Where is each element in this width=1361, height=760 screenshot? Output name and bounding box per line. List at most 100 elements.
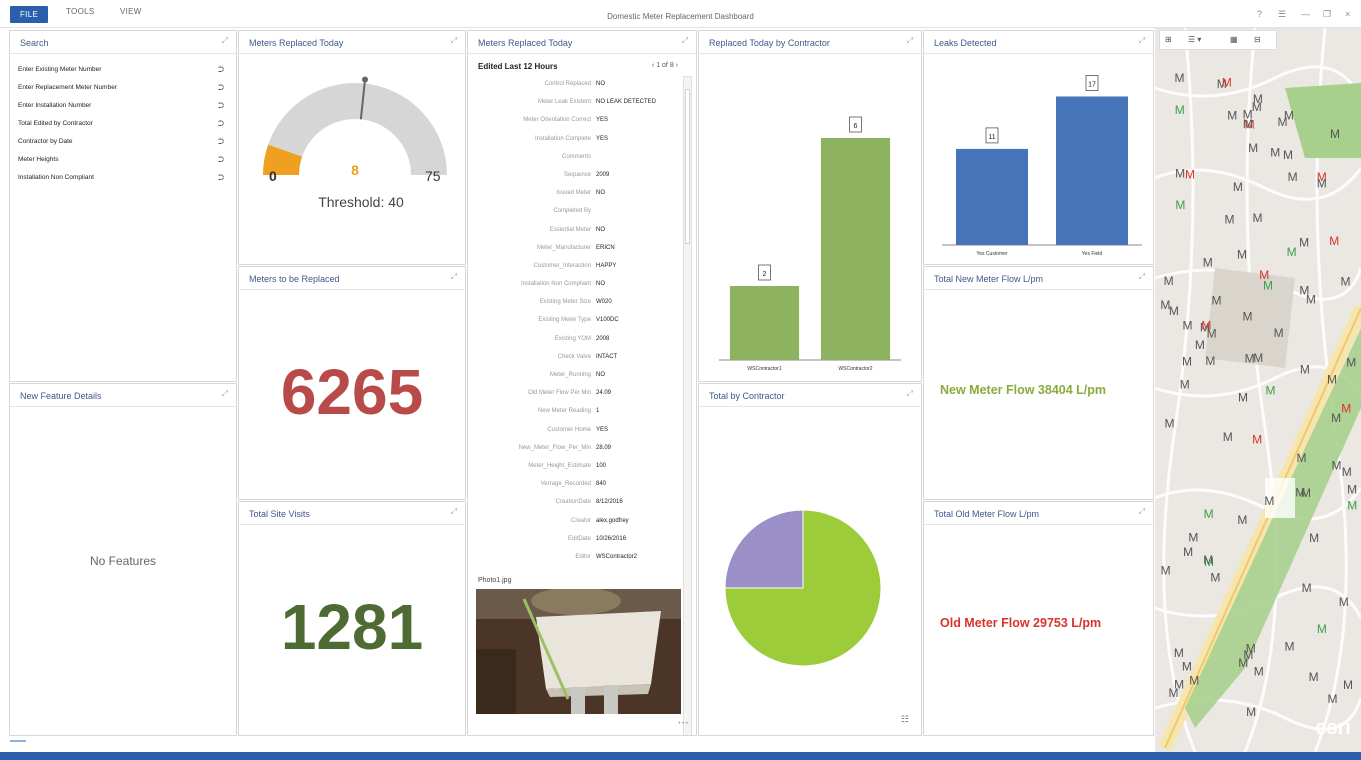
close-icon[interactable]: × xyxy=(1345,9,1350,19)
expand-icon[interactable]: ⤢ xyxy=(907,389,913,399)
meter-marker[interactable]: M xyxy=(1283,148,1293,162)
meter-marker[interactable]: M xyxy=(1246,705,1256,719)
maximize-icon[interactable]: ❐ xyxy=(1323,9,1331,20)
meter-marker[interactable]: M xyxy=(1299,283,1309,297)
search-item[interactable]: Enter Replacement Meter Number ⮊ xyxy=(18,79,228,97)
menu-icon[interactable]: ☰ xyxy=(1278,9,1286,20)
meter-marker[interactable]: M xyxy=(1182,355,1192,369)
search-arrow-icon[interactable]: ⮊ xyxy=(218,97,224,115)
expand-icon[interactable]: ⤢ xyxy=(1139,507,1145,517)
map-canvas[interactable]: MMMMMMMMMMMMMMMMMMMMMMMMMMMMMMMMMMMMMMMM… xyxy=(1155,28,1361,752)
meter-marker[interactable]: M xyxy=(1189,674,1199,688)
search-item[interactable]: Enter Installation Number ⮊ xyxy=(18,97,228,115)
meter-marker[interactable]: M xyxy=(1210,571,1220,585)
meter-marker[interactable]: M xyxy=(1225,212,1235,226)
meter-marker[interactable]: M xyxy=(1317,177,1327,191)
meter-marker[interactable]: M xyxy=(1174,646,1184,660)
bar[interactable] xyxy=(729,286,800,360)
meter-marker[interactable]: M xyxy=(1161,564,1171,578)
meter-marker[interactable]: M xyxy=(1254,664,1264,678)
search-arrow-icon[interactable]: ⮊ xyxy=(218,151,224,169)
meter-marker[interactable]: M xyxy=(1342,465,1352,479)
meter-marker[interactable]: M xyxy=(1222,75,1232,89)
meter-marker[interactable]: M xyxy=(1203,255,1213,269)
meter-marker[interactable]: M xyxy=(1211,293,1221,307)
meter-marker[interactable]: M xyxy=(1340,275,1350,289)
meter-marker[interactable]: M xyxy=(1347,483,1357,497)
meter-marker[interactable]: M xyxy=(1165,417,1175,431)
meter-marker[interactable]: M xyxy=(1317,622,1327,636)
meter-marker[interactable]: M xyxy=(1327,372,1337,386)
meter-marker[interactable]: M xyxy=(1238,390,1248,404)
meter-marker[interactable]: M xyxy=(1169,304,1179,318)
meter-marker[interactable]: M xyxy=(1188,531,1198,545)
expand-icon[interactable]: ⤢ xyxy=(1139,272,1145,282)
meter-marker[interactable]: M xyxy=(1195,338,1205,352)
more-icon[interactable]: • • • xyxy=(678,721,688,727)
meter-marker[interactable]: M xyxy=(1331,411,1341,425)
search-arrow-icon[interactable]: ⮊ xyxy=(218,79,224,97)
meter-marker[interactable]: M xyxy=(1259,268,1269,282)
expand-icon[interactable]: ⤢ xyxy=(451,507,457,517)
meter-photo[interactable] xyxy=(476,589,681,714)
meter-marker[interactable]: M xyxy=(1253,351,1263,365)
layers-icon[interactable]: ☰ ▾ xyxy=(1188,35,1201,44)
meter-marker[interactable]: M xyxy=(1341,402,1351,416)
meter-marker[interactable]: M xyxy=(1175,71,1185,85)
meter-marker[interactable]: M xyxy=(1243,310,1253,324)
meter-marker[interactable]: M xyxy=(1331,458,1341,472)
meter-marker[interactable]: M xyxy=(1299,236,1309,250)
search-item[interactable]: Contractor by Date ⮊ xyxy=(18,133,228,151)
bar[interactable] xyxy=(820,138,891,360)
search-arrow-icon[interactable]: ⮊ xyxy=(218,169,224,187)
basemap-icon[interactable]: ⊞ xyxy=(1165,35,1172,44)
meter-marker[interactable]: M xyxy=(1295,485,1305,499)
scroll-thumb[interactable] xyxy=(685,89,690,244)
meter-marker[interactable]: M xyxy=(1287,245,1297,259)
meter-marker[interactable]: M xyxy=(1175,198,1185,212)
search-arrow-icon[interactable]: ⮊ xyxy=(218,115,224,133)
meter-marker[interactable]: M xyxy=(1330,127,1340,141)
meter-marker[interactable]: M xyxy=(1175,103,1185,117)
expand-icon[interactable]: ⤢ xyxy=(682,36,688,46)
meter-marker[interactable]: M xyxy=(1302,581,1312,595)
meter-marker[interactable]: M xyxy=(1233,180,1243,194)
bookmark-icon[interactable]: ⊟ xyxy=(1254,35,1261,44)
meter-marker[interactable]: M xyxy=(1270,145,1280,159)
details-scrollbar[interactable] xyxy=(683,76,692,735)
search-arrow-icon[interactable]: ⮊ xyxy=(218,133,224,151)
meter-marker[interactable]: M xyxy=(1309,531,1319,545)
meter-marker[interactable]: M xyxy=(1237,248,1247,262)
meter-marker[interactable]: M xyxy=(1339,595,1349,609)
meter-marker[interactable]: M xyxy=(1245,351,1255,365)
meter-marker[interactable]: M xyxy=(1288,170,1298,184)
meter-marker[interactable]: M xyxy=(1347,498,1357,512)
help-icon[interactable]: ? xyxy=(1257,9,1262,19)
meter-marker[interactable]: M xyxy=(1201,318,1211,332)
legend-icon[interactable]: ▦ xyxy=(1230,35,1238,44)
meter-marker[interactable]: M xyxy=(1183,545,1193,559)
meter-marker[interactable]: M xyxy=(1227,109,1237,123)
bar[interactable] xyxy=(956,148,1028,245)
meter-marker[interactable]: M xyxy=(1309,670,1319,684)
meter-marker[interactable]: M xyxy=(1252,100,1262,114)
meter-marker[interactable]: M xyxy=(1204,507,1214,521)
meter-marker[interactable]: M xyxy=(1265,383,1275,397)
meter-marker[interactable]: M xyxy=(1205,354,1215,368)
pie-slice[interactable] xyxy=(724,509,804,589)
search-item[interactable]: Installation Non Compliant ⮊ xyxy=(18,169,228,187)
meter-marker[interactable]: M xyxy=(1185,167,1195,181)
meter-marker[interactable]: M xyxy=(1278,115,1288,129)
expand-icon[interactable]: ⤢ xyxy=(451,36,457,46)
meter-marker[interactable]: M xyxy=(1182,659,1192,673)
search-item[interactable]: Enter Existing Meter Number ⮊ xyxy=(18,61,228,79)
meter-marker[interactable]: M xyxy=(1223,430,1233,444)
meter-marker[interactable]: M xyxy=(1180,377,1190,391)
meter-marker[interactable]: M xyxy=(1346,356,1356,370)
expand-icon[interactable]: ⤢ xyxy=(222,389,228,399)
meter-marker[interactable]: M xyxy=(1238,656,1248,670)
meter-marker[interactable]: M xyxy=(1343,678,1353,692)
search-item[interactable]: Meter Heights ⮊ xyxy=(18,151,228,169)
meter-marker[interactable]: M xyxy=(1297,451,1307,465)
minimize-icon[interactable]: — xyxy=(1301,9,1310,19)
